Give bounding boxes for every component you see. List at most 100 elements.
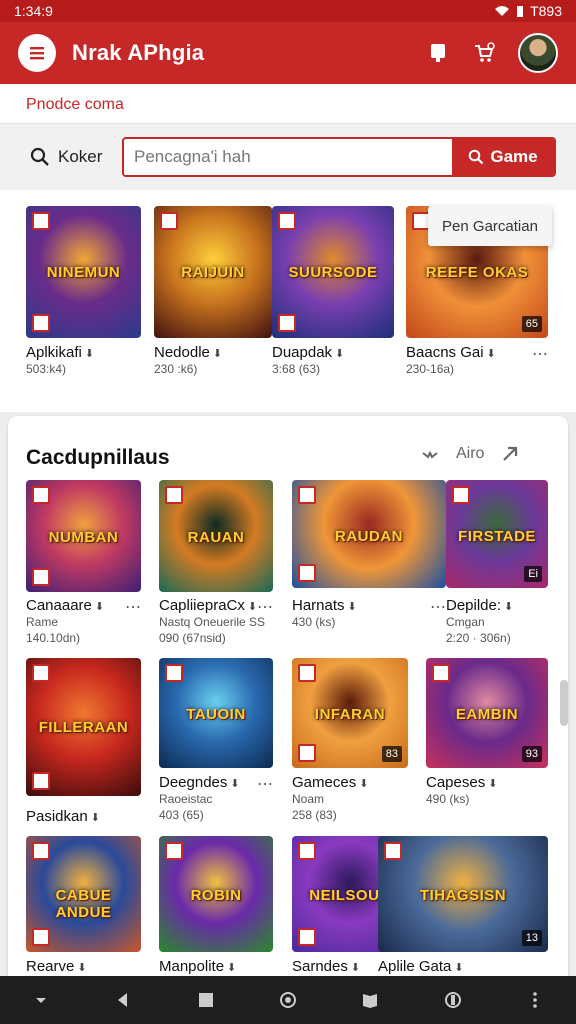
tile-name[interactable]: CapliiepraCx ⬇: [159, 597, 257, 614]
nav-down[interactable]: [27, 986, 55, 1014]
cart-icon[interactable]: [472, 41, 496, 65]
tile-name[interactable]: Rearve ⬇: [26, 958, 87, 975]
tile-name-text: Harnats: [292, 597, 345, 614]
more-options-icon[interactable]: ⋯: [257, 597, 274, 617]
tile-name-text: Deegndes: [159, 774, 228, 791]
tile-meta: 230-16a): [406, 362, 455, 376]
section-action-label[interactable]: Airo: [456, 445, 484, 463]
tile-name-text: Baacns Gai: [406, 344, 484, 361]
section-actions: Airo: [420, 444, 520, 464]
tile-badge-icon: [32, 486, 50, 504]
game-tile[interactable]: NUMBAN: [26, 480, 141, 592]
search-box: Game: [122, 137, 556, 177]
more-options-icon[interactable]: ⋯: [532, 344, 549, 364]
tile-meta: 258 (83): [292, 808, 337, 822]
tile-art-title: NUMBAN: [48, 529, 119, 547]
rating-badge: 13: [521, 930, 542, 946]
tile-name[interactable]: Deegndes ⬇: [159, 774, 240, 791]
tile-name[interactable]: Nedodle ⬇: [154, 344, 222, 361]
tile-badge-icon: [165, 486, 183, 504]
more-options-icon[interactable]: ⋯: [430, 597, 447, 617]
expand-icon[interactable]: [420, 444, 440, 464]
tile-name[interactable]: Baacns Gai ⬇: [406, 344, 496, 361]
more-options-icon[interactable]: ⋯: [257, 774, 274, 794]
tile-art-title: RAUDAN: [335, 527, 403, 545]
tile-art-title: EAMBIN: [455, 706, 519, 724]
nav-book[interactable]: [356, 986, 384, 1014]
tile-art-title: TIHAGSISN: [419, 887, 507, 905]
tile-meta: 090 (67nsid): [159, 631, 226, 645]
avatar[interactable]: [518, 33, 558, 73]
tile-badge-icon: [298, 486, 316, 504]
search-game-button[interactable]: Game: [452, 139, 554, 175]
tile-subtitle: Raoeistac: [159, 792, 213, 806]
tile-art-title: RAIJUIN: [181, 264, 245, 282]
download-icon: ⬇: [227, 962, 237, 974]
download-icon: ⬇: [347, 601, 357, 613]
nav-more[interactable]: [521, 986, 549, 1014]
download-icon: ⬇: [77, 962, 87, 974]
subheader: Pnodce coma: [0, 84, 576, 124]
tile-art-title: FILLERAAN: [38, 718, 129, 736]
game-tile[interactable]: RAUAN: [159, 480, 273, 592]
menu-icon: [30, 47, 44, 60]
tile-badge-icon: [298, 842, 316, 860]
menu-button[interactable]: [18, 34, 56, 72]
bookmark-icon[interactable]: [426, 41, 450, 65]
tile-subtitle: Noam: [292, 792, 325, 806]
tile-meta: 230 :k6): [154, 362, 198, 376]
search-input[interactable]: [124, 139, 452, 175]
nav-home[interactable]: [192, 986, 220, 1014]
tile-name[interactable]: Harnats ⬇: [292, 597, 357, 614]
section-title: Cacdupnillaus: [26, 446, 170, 469]
tile-meta: 3:68 (63): [272, 362, 321, 376]
game-tile[interactable]: RAIJUIN: [154, 206, 272, 338]
age-rating-icon: [298, 928, 316, 946]
game-tile[interactable]: CABUE ANDUE: [26, 836, 141, 952]
nav-app[interactable]: [439, 986, 467, 1014]
rating-badge: Ei: [524, 566, 542, 582]
game-tile[interactable]: ROBIN: [159, 836, 273, 952]
tile-name[interactable]: Canaaare ⬇: [26, 597, 104, 614]
tile-art-title: NINEMUN: [46, 264, 121, 282]
more-options-icon[interactable]: ⋯: [125, 597, 142, 617]
download-icon: ⬇: [90, 812, 100, 824]
arrow-icon[interactable]: [500, 444, 520, 464]
download-icon: ⬇: [247, 601, 258, 613]
status-bar: 1:34:9 T893: [0, 0, 576, 22]
tile-name-text: Rearve: [26, 958, 75, 975]
nav-back[interactable]: [109, 986, 137, 1014]
scrollbar-handle[interactable]: [560, 680, 568, 726]
search-label[interactable]: Koker: [30, 147, 122, 167]
game-tile[interactable]: NINEMUN: [26, 206, 141, 338]
game-tile[interactable]: SUURSODE: [272, 206, 394, 338]
age-rating-icon: [298, 564, 316, 582]
download-icon: ⬇: [212, 348, 223, 360]
tile-name[interactable]: Manpolite ⬇: [159, 958, 236, 975]
search-icon: [469, 149, 484, 165]
tile-name[interactable]: Gameces ⬇: [292, 774, 368, 791]
subheader-label[interactable]: Pnodce coma: [26, 96, 124, 114]
age-rating-icon: [32, 314, 50, 332]
tile-art-title: SUURSODE: [288, 264, 378, 282]
tile-name[interactable]: Capeses ⬇: [426, 774, 497, 791]
tile-art-title: RAUAN: [187, 529, 245, 547]
tile-name[interactable]: Aplkikafi ⬇: [26, 344, 94, 361]
tile-name[interactable]: Aplile Gata ⬇: [378, 958, 464, 975]
tile-name[interactable]: Pasidkan ⬇: [26, 808, 100, 825]
tile-meta: 503:k4): [26, 362, 67, 376]
game-tile[interactable]: TAUOIN: [159, 658, 273, 768]
tile-art-title: ROBIN: [190, 887, 242, 905]
tile-badge-icon: [32, 212, 50, 230]
download-icon: ⬇: [94, 601, 105, 613]
download-icon: ⬇: [504, 601, 514, 613]
nav-circle[interactable]: [274, 986, 302, 1014]
game-tile[interactable]: FILLERAAN: [26, 658, 141, 796]
game-tile[interactable]: RAUDAN: [292, 480, 446, 588]
age-rating-icon: [278, 314, 296, 332]
tile-badge-icon: [32, 842, 50, 860]
tile-name[interactable]: Duapdak ⬇: [272, 344, 344, 361]
download-icon: ⬇: [488, 778, 498, 790]
tile-name[interactable]: Sarndes ⬇: [292, 958, 360, 975]
tile-name[interactable]: Depilde: ⬇: [446, 597, 513, 614]
